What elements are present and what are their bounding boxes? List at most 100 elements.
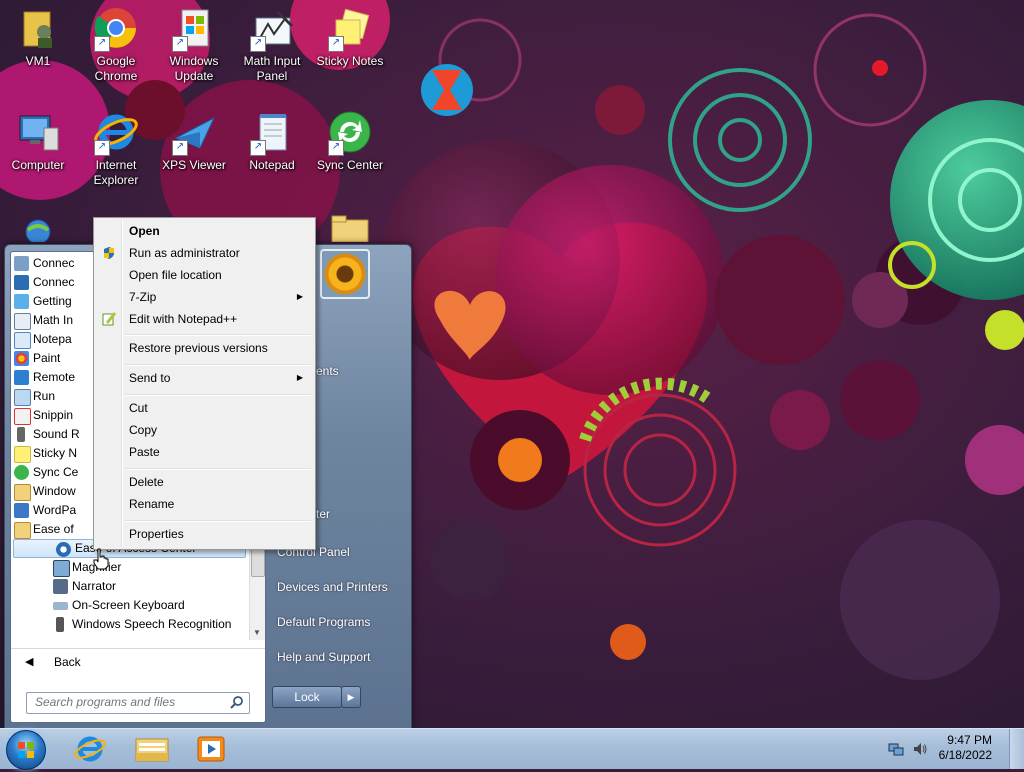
- desktop-icon-google-chrome[interactable]: ↗ Google Chrome: [78, 4, 154, 84]
- shortcut-arrow-icon: ↗: [328, 36, 344, 52]
- microphone-icon: [17, 427, 25, 442]
- context-menu-send-to[interactable]: Send to ▶: [96, 367, 313, 389]
- uac-shield-icon: [104, 247, 114, 259]
- context-menu-run-as-administrator[interactable]: Run as administrator: [96, 242, 313, 264]
- math-input-icon: [14, 313, 31, 330]
- taskbar: 9:47 PM 6/18/2022: [0, 728, 1024, 770]
- shortcut-arrow-icon: ↗: [172, 140, 188, 156]
- system-clock[interactable]: 9:47 PM 6/18/2022: [922, 733, 992, 763]
- notepad-icon: [14, 332, 31, 349]
- search-box[interactable]: [26, 692, 250, 714]
- speech-recognition-icon: [56, 617, 64, 632]
- desktop-icon-network-partial[interactable]: [0, 212, 76, 242]
- context-menu-paste[interactable]: Paste: [96, 441, 313, 463]
- context-menu-properties[interactable]: Properties: [96, 523, 313, 545]
- program-item-windows-speech-recognition[interactable]: Windows Speech Recognition: [11, 615, 249, 634]
- run-icon: [14, 389, 31, 406]
- windows-explorer-icon: [14, 484, 31, 501]
- desktop-icon-sync-center[interactable]: ↗ Sync Center: [312, 108, 388, 173]
- right-item-documents[interactable]: ents: [316, 364, 339, 378]
- network-tray-icon[interactable]: [888, 741, 904, 757]
- ease-of-access-icon: [56, 542, 71, 557]
- remote-desktop-icon: [14, 370, 29, 385]
- context-menu-separator: [124, 364, 311, 366]
- taskbar-internet-explorer[interactable]: [62, 731, 118, 767]
- right-item-devices-and-printers[interactable]: Devices and Printers: [277, 580, 388, 594]
- right-item-network[interactable]: ter: [316, 507, 330, 521]
- right-item-help-and-support[interactable]: Help and Support: [277, 650, 370, 664]
- shortcut-arrow-icon: ↗: [94, 36, 110, 52]
- getting-started-icon: [14, 294, 29, 309]
- internet-explorer-icon: ↗: [92, 108, 140, 156]
- shortcut-arrow-icon: ↗: [328, 140, 344, 156]
- context-menu-rename[interactable]: Rename: [96, 493, 313, 515]
- start-button[interactable]: [6, 730, 46, 770]
- keyboard-icon: [53, 602, 68, 610]
- program-item-narrator[interactable]: Narrator: [11, 577, 249, 596]
- desktop-icon-sticky-notes[interactable]: ↗ Sticky Notes: [312, 4, 388, 69]
- clock-date: 6/18/2022: [938, 748, 992, 762]
- network-icon: [14, 212, 62, 242]
- remote-connection-icon: [14, 256, 29, 271]
- context-menu-cut[interactable]: Cut: [96, 397, 313, 419]
- submenu-arrow-icon: ▶: [296, 373, 303, 382]
- program-item-on-screen-keyboard[interactable]: On-Screen Keyboard: [11, 596, 249, 615]
- back-button[interactable]: ◀ Back: [11, 648, 265, 675]
- user-picture-avatar[interactable]: [320, 249, 370, 299]
- paint-icon: [14, 351, 29, 366]
- context-menu-separator: [124, 468, 311, 470]
- windows-logo-icon: [18, 742, 34, 758]
- desktop-icon-notepad[interactable]: ↗ Notepad: [234, 108, 310, 173]
- context-menu-separator: [124, 520, 311, 522]
- taskbar-media-player[interactable]: [184, 731, 240, 767]
- right-item-default-programs[interactable]: Default Programs: [277, 615, 370, 629]
- context-menu-7-zip[interactable]: 7-Zip ▶: [96, 286, 313, 308]
- taskbar-windows-explorer[interactable]: [124, 731, 180, 767]
- notepad-plus-plus-icon: [102, 312, 116, 326]
- math-input-panel-icon: ↗: [248, 4, 296, 52]
- lock-button[interactable]: Lock: [272, 686, 342, 708]
- sync-center-icon: ↗: [326, 108, 374, 156]
- chrome-icon: ↗: [92, 4, 140, 52]
- media-player-icon: [197, 736, 225, 762]
- sticky-notes-icon: ↗: [326, 4, 374, 52]
- search-input[interactable]: [27, 693, 225, 711]
- scroll-down-arrow-icon[interactable]: ▼: [253, 628, 261, 637]
- sync-center-icon: [14, 465, 29, 480]
- sticky-notes-icon: [14, 446, 31, 463]
- shortcut-arrow-icon: ↗: [250, 140, 266, 156]
- shortcut-arrow-icon: ↗: [172, 36, 188, 52]
- context-menu-copy[interactable]: Copy: [96, 419, 313, 441]
- context-menu-separator: [124, 334, 311, 336]
- context-menu-open[interactable]: Open: [96, 220, 313, 242]
- snipping-tool-icon: [14, 408, 31, 425]
- context-menu-delete[interactable]: Delete: [96, 471, 313, 493]
- desktop-icon-folder-partial[interactable]: [312, 212, 388, 242]
- desktop-icon-xps-viewer[interactable]: ↗ XPS Viewer: [156, 108, 232, 173]
- context-menu-separator: [124, 394, 311, 396]
- computer-icon: [14, 108, 62, 156]
- shortcut-arrow-icon: ↗: [250, 36, 266, 52]
- context-menu-edit-with-notepad-plus-plus[interactable]: Edit with Notepad++: [96, 308, 313, 330]
- desktop-icon-internet-explorer[interactable]: ↗ Internet Explorer: [78, 108, 154, 188]
- desktop-icon-vm1[interactable]: VM1: [0, 4, 76, 69]
- desktop-icon-math-input-panel[interactable]: ↗ Math Input Panel: [234, 4, 310, 84]
- xps-viewer-icon: ↗: [170, 108, 218, 156]
- context-menu-open-file-location[interactable]: Open file location: [96, 264, 313, 286]
- user-folder-icon: [14, 4, 62, 52]
- desktop-icon-computer[interactable]: Computer: [0, 108, 76, 173]
- magnifier-icon: [53, 560, 70, 577]
- projector-connection-icon: [14, 275, 29, 290]
- context-menu: Open Run as administrator Open file loca…: [93, 217, 316, 550]
- back-arrow-icon: ◀: [25, 656, 34, 668]
- desktop-icon-windows-update[interactable]: ↗ Windows Update: [156, 4, 232, 84]
- narrator-icon: [53, 579, 68, 594]
- context-menu-restore-previous-versions[interactable]: Restore previous versions: [96, 337, 313, 359]
- wordpad-icon: [14, 503, 29, 518]
- program-item-magnifier[interactable]: Magnifier: [11, 558, 249, 577]
- folder-icon: [14, 522, 31, 539]
- shutdown-options-arrow-icon[interactable]: ▶: [341, 686, 361, 708]
- clock-time: 9:47 PM: [947, 733, 992, 747]
- show-desktop-button[interactable]: [1009, 729, 1024, 769]
- search-icon[interactable]: [230, 695, 244, 709]
